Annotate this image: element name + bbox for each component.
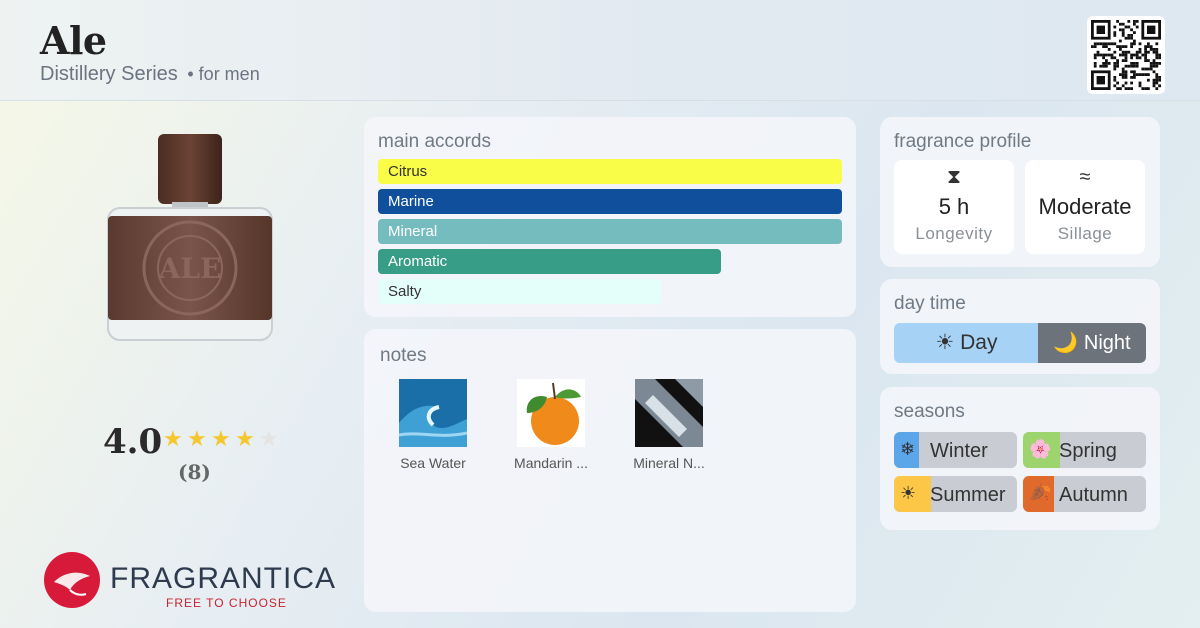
season-spring: 🌸 Spring [1023, 432, 1146, 468]
season-label: Spring [1059, 440, 1117, 462]
main-accords-panel: main accords Citrus Marine Mineral Aromatic… [364, 117, 856, 317]
header: Ale Distillery Series • for men [0, 0, 1200, 101]
mineral-icon [635, 379, 703, 447]
collection-name: Distillery Series [40, 63, 178, 85]
accord-bar: Mineral [378, 219, 842, 244]
night-segment: 🌙 Night [1038, 323, 1146, 363]
season-summer: ☀ Summer [894, 476, 1017, 512]
star-icon: ★ [235, 426, 255, 451]
day-time-title: day time [894, 293, 966, 314]
accord-bar: Marine [378, 189, 842, 214]
sillage-box: ≈ Moderate Sillage [1025, 160, 1145, 254]
flower-icon: 🌸 [1029, 439, 1052, 459]
qr-code [1087, 16, 1165, 94]
snowflake-icon: ❄ [900, 439, 916, 459]
longevity-label: Longevity [915, 224, 993, 243]
fragrance-profile-title: fragrance profile [894, 131, 1032, 152]
season-label: Autumn [1059, 484, 1128, 506]
season-label: Winter [930, 440, 988, 462]
fragrance-profile-panel: fragrance profile ⧗ 5 h Longevity ≈ Mode… [880, 117, 1160, 267]
sun-icon: ☀ [900, 483, 917, 503]
star-icon: ★ [211, 426, 231, 451]
waves-icon: ≈ [1079, 166, 1091, 188]
hourglass-icon: ⧗ [946, 166, 962, 188]
rating-value: 4.0 [103, 422, 163, 462]
note-item[interactable]: Mineral N... [619, 379, 719, 471]
hummingbird-icon [44, 552, 100, 608]
leaf-icon: 🍂 [1029, 483, 1052, 503]
day-segment: ☀ Day [894, 323, 1039, 363]
star-icon: ★ [187, 426, 207, 451]
note-item[interactable]: Sea Water [383, 379, 483, 471]
note-label: Sea Water [400, 455, 466, 471]
perfume-bottle-image: ALE [100, 130, 280, 350]
wave-icon [399, 379, 467, 447]
day-time-panel: day time ☀ Day 🌙 Night [880, 279, 1160, 374]
season-winter: ❄ Winter [894, 432, 1017, 468]
rating-count: (8) [178, 460, 211, 484]
note-label: Mineral N... [633, 455, 705, 471]
season-autumn: 🍂 Autumn [1023, 476, 1146, 512]
perfume-subtitle: Distillery Series • for men [40, 63, 260, 86]
accord-bar: Salty [378, 279, 661, 304]
star-icon: ★ [163, 426, 183, 451]
note-label: Mandarin ... [514, 455, 588, 471]
logo-tagline: FREE TO CHOOSE [166, 596, 287, 610]
longevity-value: 5 h [938, 194, 970, 219]
perfume-title: Ale [40, 18, 107, 63]
notes-title: notes [380, 345, 427, 366]
fragrantica-logo[interactable]: FRAGRANTICA FREE TO CHOOSE [44, 552, 344, 612]
notes-panel: notes Sea Water Mandarin ... Mineral N..… [364, 329, 856, 612]
star-icon: ★ [259, 426, 279, 451]
sillage-label: Sillage [1057, 224, 1113, 243]
main-accords-title: main accords [378, 131, 491, 152]
sillage-value: Moderate [1038, 194, 1132, 219]
mandarin-icon [517, 379, 585, 447]
seasons-panel: seasons ❄ Winter 🌸 Spring ☀ Summer 🍂 Aut… [880, 387, 1160, 530]
rating: 4.0 ★ ★ ★ ★ ★ [103, 422, 279, 462]
accord-bar: Aromatic [378, 249, 721, 274]
rating-stars: ★ ★ ★ ★ ★ [163, 426, 283, 452]
note-item[interactable]: Mandarin ... [501, 379, 601, 471]
logo-wordmark: FRAGRANTICA [110, 562, 337, 595]
seasons-title: seasons [894, 401, 965, 422]
accord-bar: Citrus [378, 159, 842, 184]
longevity-box: ⧗ 5 h Longevity [894, 160, 1014, 254]
season-label: Summer [930, 484, 1006, 506]
gender-label: • for men [187, 64, 260, 84]
svg-text:ALE: ALE [158, 252, 222, 285]
